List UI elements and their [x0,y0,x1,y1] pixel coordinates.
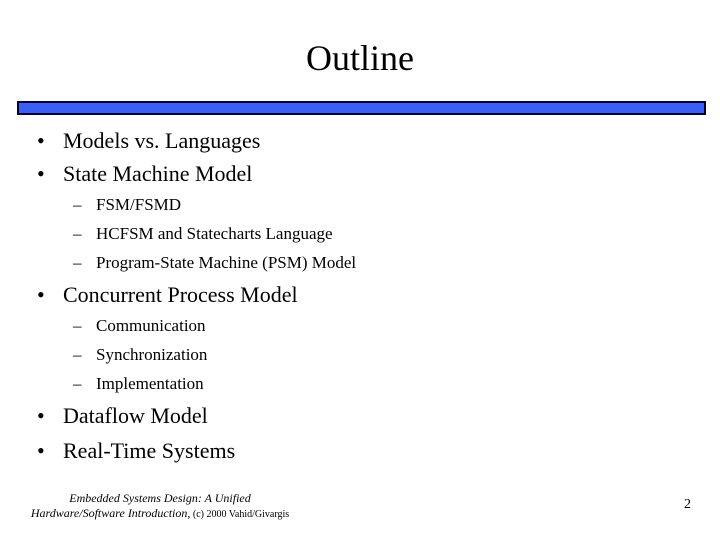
dash-marker: – [73,345,82,364]
bullet-marker: • [37,161,45,186]
dash-marker: – [73,253,82,272]
bullet-marker: • [37,128,45,153]
sub-bullet-text: Communication [96,316,206,335]
bullet-marker: • [37,282,45,307]
slide-title-text: Outline [306,38,414,78]
sub-bullet-text: FSM/FSMD [96,195,182,214]
footer-copyright: (c) 2000 Vahid/Givargis [190,509,290,520]
footer-line-1: Embedded Systems Design: A Unified [69,491,251,505]
bullet-text: Real-Time Systems [63,438,236,463]
bullet-text: Concurrent Process Model [63,282,298,307]
sub-bullet-text: Implementation [96,374,204,393]
footer-citation: Embedded Systems Design: A Unified Hardw… [10,491,310,522]
sub-bullet-text: Synchronization [96,345,208,364]
dash-marker: – [73,316,82,335]
dash-marker: – [73,374,82,393]
bullet-text: State Machine Model [63,161,253,186]
footer-line-2: Hardware/Software Introduction, (c) 2000… [10,506,310,522]
footer-line-2-italic: Hardware/Software Introduction, [30,506,191,520]
dash-marker: – [73,195,82,214]
dash-marker: – [73,224,82,243]
bullet-text: Dataflow Model [63,403,208,428]
page-number: 2 [684,497,691,512]
title-underline-bar [17,101,706,115]
sub-bullet-text: HCFSM and Statecharts Language [96,224,333,243]
bullet-marker: • [37,403,45,428]
sub-bullet-text: Program-State Machine (PSM) Model [96,253,357,272]
slide-title: Outline [0,36,720,80]
bullet-marker: • [37,438,45,463]
bullet-text: Models vs. Languages [63,128,261,153]
